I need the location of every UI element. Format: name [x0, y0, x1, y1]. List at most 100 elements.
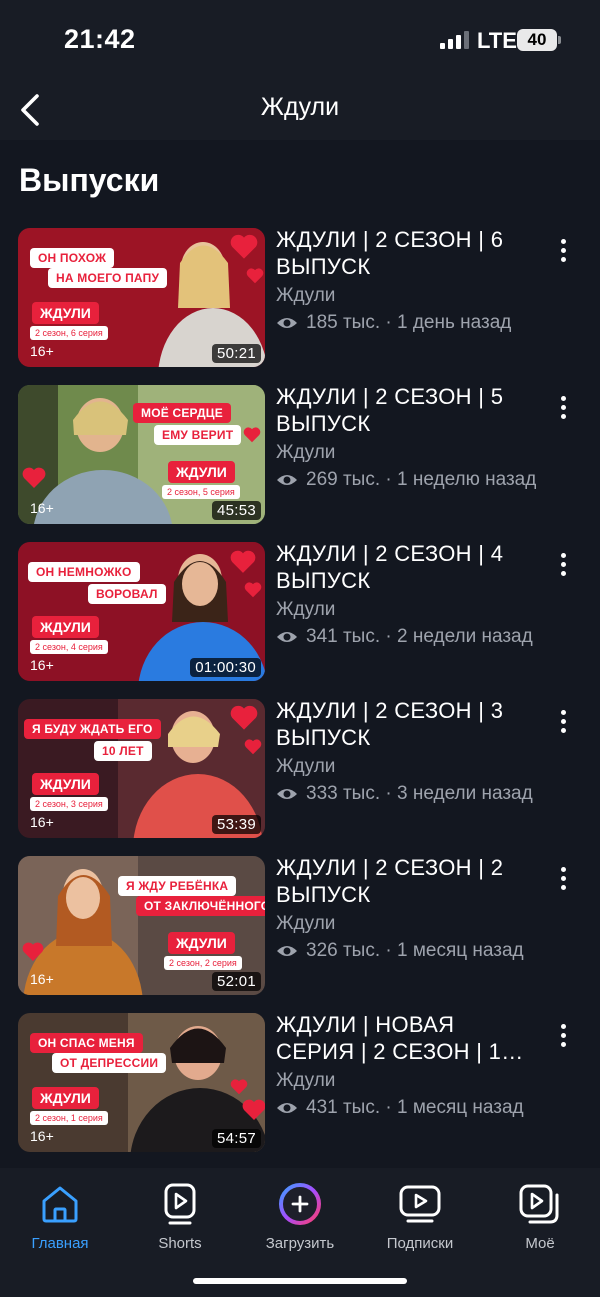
- video-title[interactable]: ЖДУЛИ | НОВАЯ СЕРИЯ | 2 СЕЗОН | 1 ВЫПУСК: [276, 1011, 538, 1065]
- thumbnail-caption: МОЁ СЕРДЦЕ: [133, 403, 231, 423]
- channel-name[interactable]: Ждули: [276, 1070, 538, 1092]
- video-duration: 50:21: [211, 344, 261, 363]
- more-options-button[interactable]: [548, 387, 578, 427]
- home-indicator[interactable]: [193, 1278, 407, 1284]
- video-info: ЖДУЛИ | 2 СЕЗОН | 6 ВЫПУСК Ждули 185 тыс…: [276, 226, 538, 334]
- heart-icon: [230, 550, 256, 573]
- battery-icon: 40: [517, 29, 557, 51]
- more-options-button[interactable]: [548, 230, 578, 270]
- age-rating: 16+: [30, 814, 54, 830]
- section-title: Выпуски: [19, 162, 160, 198]
- channel-name[interactable]: Ждули: [276, 756, 538, 778]
- video-item[interactable]: ОН ПОХОЖ НА МОЕГО ПАПУ ЖДУЛИ 2 сезон, 6 …: [0, 226, 600, 383]
- views-and-date: 341 тыс. · 2 недели назад: [306, 626, 533, 647]
- heart-icon: [244, 739, 262, 755]
- thumbnail-brand: ЖДУЛИ: [32, 1087, 99, 1109]
- eye-icon: [277, 632, 297, 642]
- heart-icon: [246, 268, 264, 284]
- eye-icon: [277, 318, 297, 328]
- views-and-date: 269 тыс. · 1 неделю назад: [306, 469, 537, 490]
- video-title[interactable]: ЖДУЛИ | 2 СЕЗОН | 5 ВЫПУСК: [276, 383, 538, 437]
- subscriptions-icon: [399, 1185, 441, 1223]
- thumbnail-caption: ОН ПОХОЖ: [30, 248, 115, 268]
- video-item[interactable]: ОН НЕМНОЖКО ВОРОВАЛ ЖДУЛИ 2 сезон, 4 сер…: [0, 540, 600, 697]
- video-title[interactable]: ЖДУЛИ | 2 СЕЗОН | 4 ВЫПУСК: [276, 540, 538, 594]
- channel-name[interactable]: Ждули: [276, 599, 538, 621]
- video-item[interactable]: Я ЖДУ РЕБЁНКА ОТ ЗАКЛЮЧЁННОГО ЖДУЛИ 2 се…: [0, 854, 600, 1011]
- video-meta: 431 тыс. · 1 месяц назад: [276, 1097, 538, 1119]
- more-options-button[interactable]: [548, 858, 578, 898]
- age-rating: 16+: [30, 1128, 54, 1144]
- views-and-date: 333 тыс. · 3 недели назад: [306, 783, 533, 804]
- thumbnail-season: 2 сезон, 2 серия: [164, 956, 242, 970]
- network-type: LTE: [477, 28, 517, 53]
- tab-my[interactable]: Моё: [480, 1182, 600, 1252]
- thumbnail-caption: ОТ ДЕПРЕССИИ: [52, 1053, 167, 1073]
- status-time: 21:42: [64, 24, 136, 54]
- video-thumbnail[interactable]: ОН СПАС МЕНЯ ОТ ДЕПРЕССИИ ЖДУЛИ 2 сезон,…: [18, 1013, 265, 1152]
- video-meta: 269 тыс. · 1 неделю назад: [276, 469, 538, 491]
- more-options-button[interactable]: [548, 544, 578, 584]
- tab-upload[interactable]: Загрузить: [240, 1182, 360, 1252]
- video-duration: 52:01: [211, 972, 261, 991]
- thumbnail-caption: ОТ ЗАКЛЮЧЁННОГО: [136, 896, 265, 916]
- tab-home[interactable]: Главная: [0, 1182, 120, 1252]
- age-rating: 16+: [30, 971, 54, 987]
- battery-tip: [558, 36, 561, 44]
- video-list: ОН ПОХОЖ НА МОЕГО ПАПУ ЖДУЛИ 2 сезон, 6 …: [0, 226, 600, 1168]
- video-title[interactable]: ЖДУЛИ | 2 СЕЗОН | 3 ВЫПУСК: [276, 697, 538, 751]
- thumbnail-season: 2 сезон, 1 серия: [30, 1111, 108, 1125]
- my-videos-icon: [519, 1184, 559, 1224]
- status-bar: 21:42 LTE 40: [0, 0, 600, 80]
- tab-label: Моё: [525, 1235, 555, 1252]
- tab-subscriptions[interactable]: Подписки: [360, 1182, 480, 1252]
- video-item[interactable]: МОЁ СЕРДЦЕ ЕМУ ВЕРИТ ЖДУЛИ 2 сезон, 5 се…: [0, 383, 600, 540]
- channel-name[interactable]: Ждули: [276, 442, 538, 464]
- views-and-date: 326 тыс. · 1 месяц назад: [306, 940, 524, 961]
- video-title[interactable]: ЖДУЛИ | 2 СЕЗОН | 2 ВЫПУСК: [276, 854, 538, 908]
- video-title[interactable]: ЖДУЛИ | 2 СЕЗОН | 6 ВЫПУСК: [276, 226, 538, 280]
- page-title: Ждули: [260, 93, 340, 121]
- video-info: ЖДУЛИ | 2 СЕЗОН | 4 ВЫПУСК Ждули 341 тыс…: [276, 540, 538, 648]
- more-options-button[interactable]: [548, 1015, 578, 1055]
- heart-icon: [230, 1079, 248, 1095]
- video-thumbnail[interactable]: Я ЖДУ РЕБЁНКА ОТ ЗАКЛЮЧЁННОГО ЖДУЛИ 2 се…: [18, 856, 265, 995]
- eye-icon: [277, 946, 297, 956]
- more-options-button[interactable]: [548, 701, 578, 741]
- thumbnail-caption: ОН СПАС МЕНЯ: [30, 1033, 143, 1053]
- video-thumbnail[interactable]: ОН НЕМНОЖКО ВОРОВАЛ ЖДУЛИ 2 сезон, 4 сер…: [18, 542, 265, 681]
- video-meta: 341 тыс. · 2 недели назад: [276, 626, 538, 648]
- video-item[interactable]: Я БУДУ ЖДАТЬ ЕГО 10 ЛЕТ ЖДУЛИ 2 сезон, 3…: [0, 697, 600, 854]
- thumbnail-season: 2 сезон, 5 серия: [162, 485, 240, 499]
- heart-icon: [230, 234, 258, 259]
- video-item[interactable]: ОН СПАС МЕНЯ ОТ ДЕПРЕССИИ ЖДУЛИ 2 сезон,…: [0, 1011, 600, 1168]
- video-info: ЖДУЛИ | 2 СЕЗОН | 2 ВЫПУСК Ждули 326 тыс…: [276, 854, 538, 962]
- video-thumbnail[interactable]: ОН ПОХОЖ НА МОЕГО ПАПУ ЖДУЛИ 2 сезон, 6 …: [18, 228, 265, 367]
- video-info: ЖДУЛИ | 2 СЕЗОН | 3 ВЫПУСК Ждули 333 тыс…: [276, 697, 538, 805]
- thumbnail-brand: ЖДУЛИ: [32, 616, 99, 638]
- tab-shorts[interactable]: Shorts: [120, 1182, 240, 1252]
- age-rating: 16+: [30, 343, 54, 359]
- age-rating: 16+: [30, 500, 54, 516]
- tab-label: Shorts: [158, 1235, 202, 1252]
- channel-name[interactable]: Ждули: [276, 285, 538, 307]
- thumbnail-season: 2 сезон, 6 серия: [30, 326, 108, 340]
- video-duration: 45:53: [211, 501, 261, 520]
- eye-icon: [277, 789, 297, 799]
- heart-icon: [230, 705, 258, 730]
- video-thumbnail[interactable]: МОЁ СЕРДЦЕ ЕМУ ВЕРИТ ЖДУЛИ 2 сезон, 5 се…: [18, 385, 265, 524]
- tab-label: Подписки: [386, 1235, 454, 1252]
- thumbnail-caption: ВОРОВАЛ: [88, 584, 166, 604]
- video-duration: 01:00:30: [190, 658, 261, 677]
- cellular-signal-icon: [440, 31, 469, 49]
- heart-icon: [244, 582, 262, 598]
- video-duration: 53:39: [211, 815, 261, 834]
- home-icon: [42, 1186, 78, 1223]
- thumbnail-caption: ОН НЕМНОЖКО: [28, 562, 140, 582]
- heart-icon: [22, 942, 44, 962]
- video-thumbnail[interactable]: Я БУДУ ЖДАТЬ ЕГО 10 ЛЕТ ЖДУЛИ 2 сезон, 3…: [18, 699, 265, 838]
- channel-name[interactable]: Ждули: [276, 913, 538, 935]
- thumbnail-caption: Я БУДУ ЖДАТЬ ЕГО: [24, 719, 161, 739]
- video-duration: 54:57: [211, 1129, 261, 1148]
- thumbnail-season: 2 сезон, 3 серия: [30, 797, 108, 811]
